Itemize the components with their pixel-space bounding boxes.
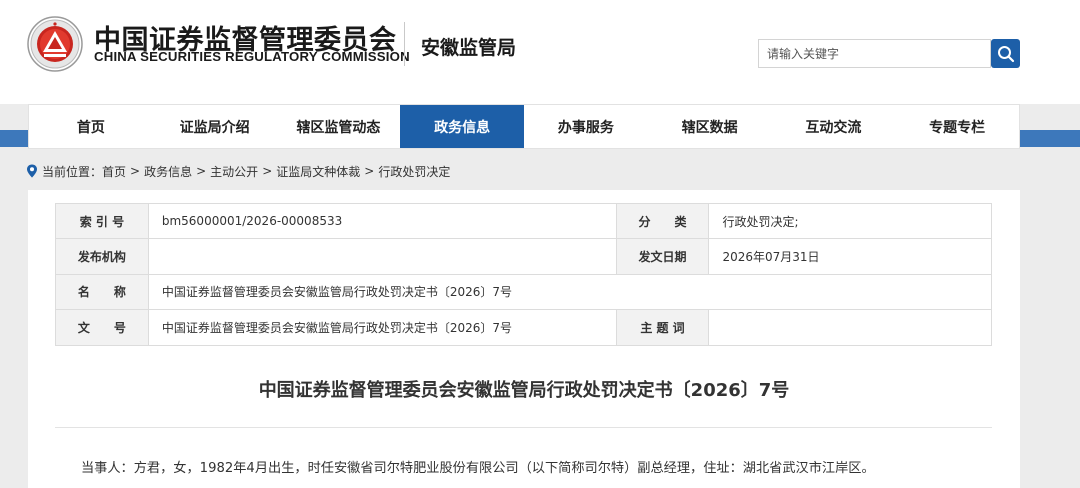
category-label: 分 类 bbox=[615, 202, 710, 240]
docno-label: 文 号 bbox=[55, 309, 149, 346]
keywords-label: 主 题 词 bbox=[615, 309, 710, 346]
category-value: 行政处罚决定; bbox=[708, 202, 992, 240]
branch-name: 安徽监管局 bbox=[421, 37, 517, 59]
site-header: 中国证券监督管理委员会 CHINA SECURITIES REGULATORY … bbox=[0, 0, 1080, 104]
publisher-label: 发布机构 bbox=[55, 238, 149, 275]
logo-divider bbox=[404, 22, 405, 66]
breadcrumb-separator: > bbox=[364, 164, 375, 178]
meta-row: 发布机构 发文日期 2026年07月31日 bbox=[55, 238, 992, 275]
breadcrumb-separator: > bbox=[262, 164, 273, 178]
breadcrumb-document-types[interactable]: 证监局文种体裁 bbox=[276, 163, 360, 180]
nav-item-about[interactable]: 证监局介绍 bbox=[153, 105, 277, 148]
breadcrumb-separator: > bbox=[196, 164, 207, 178]
nav-item-topics[interactable]: 专题专栏 bbox=[895, 105, 1019, 148]
name-label: 名 称 bbox=[55, 273, 149, 311]
date-value: 2026年07月31日 bbox=[708, 238, 992, 275]
nav-item-regional-data[interactable]: 辖区数据 bbox=[648, 105, 772, 148]
breadcrumb: 当前位置： 首页 > 政务信息 > 主动公开 > 证监局文种体裁 > 行政处罚决… bbox=[26, 162, 450, 180]
meta-row: 索 引 号 bm56000001/2026-00008533 分 类 行政处罚决… bbox=[55, 202, 992, 240]
nav-item-regional-news[interactable]: 辖区监管动态 bbox=[277, 105, 401, 148]
publisher-value bbox=[147, 238, 617, 275]
breadcrumb-separator: > bbox=[130, 164, 141, 178]
search-input[interactable] bbox=[758, 39, 991, 68]
nav-item-home[interactable]: 首页 bbox=[29, 105, 153, 148]
content-panel: 索 引 号 bm56000001/2026-00008533 分 类 行政处罚决… bbox=[28, 190, 1020, 488]
breadcrumb-government-info[interactable]: 政务信息 bbox=[144, 163, 192, 180]
meta-row: 文 号 中国证券监督管理委员会安徽监管局行政处罚决定书〔2026〕7号 主 题 … bbox=[55, 309, 992, 346]
csrc-emblem-icon[interactable] bbox=[27, 16, 83, 72]
breadcrumb-penalty-decisions[interactable]: 行政处罚决定 bbox=[378, 163, 450, 180]
location-pin-icon bbox=[27, 164, 37, 178]
document-title: 中国证券监督管理委员会安徽监管局行政处罚决定书〔2026〕7号 bbox=[258, 380, 790, 401]
document-meta-table: 索 引 号 bm56000001/2026-00008533 分 类 行政处罚决… bbox=[55, 202, 993, 346]
breadcrumb-prefix: 当前位置： bbox=[42, 164, 103, 179]
index-value: bm56000001/2026-00008533 bbox=[147, 202, 617, 240]
breadcrumb-home[interactable]: 首页 bbox=[102, 163, 126, 180]
date-label: 发文日期 bbox=[615, 238, 710, 275]
meta-row: 名 称 中国证券监督管理委员会安徽监管局行政处罚决定书〔2026〕7号 bbox=[55, 273, 993, 311]
nav-item-services[interactable]: 办事服务 bbox=[524, 105, 648, 148]
search-button[interactable] bbox=[991, 39, 1020, 68]
nav-item-interaction[interactable]: 互动交流 bbox=[772, 105, 896, 148]
main-nav: 首页 证监局介绍 辖区监管动态 政务信息 办事服务 辖区数据 互动交流 专题专栏 bbox=[28, 104, 1020, 149]
name-value: 中国证券监督管理委员会安徽监管局行政处罚决定书〔2026〕7号 bbox=[147, 273, 993, 311]
breadcrumb-public-disclosure[interactable]: 主动公开 bbox=[210, 163, 258, 180]
nav-item-government-info[interactable]: 政务信息 bbox=[400, 105, 524, 148]
title-divider bbox=[55, 427, 992, 428]
document-paragraph: 当事人：方君，女，1982年4月出生，时任安徽省司尔特肥业股份有限公司（以下简称… bbox=[81, 461, 875, 476]
search-icon bbox=[997, 45, 1014, 62]
docno-value: 中国证券监督管理委员会安徽监管局行政处罚决定书〔2026〕7号 bbox=[147, 309, 617, 346]
logo-english-name[interactable]: CHINA SECURITIES REGULATORY COMMISSION bbox=[94, 49, 410, 64]
keywords-value bbox=[708, 309, 992, 346]
index-label: 索 引 号 bbox=[55, 202, 149, 240]
